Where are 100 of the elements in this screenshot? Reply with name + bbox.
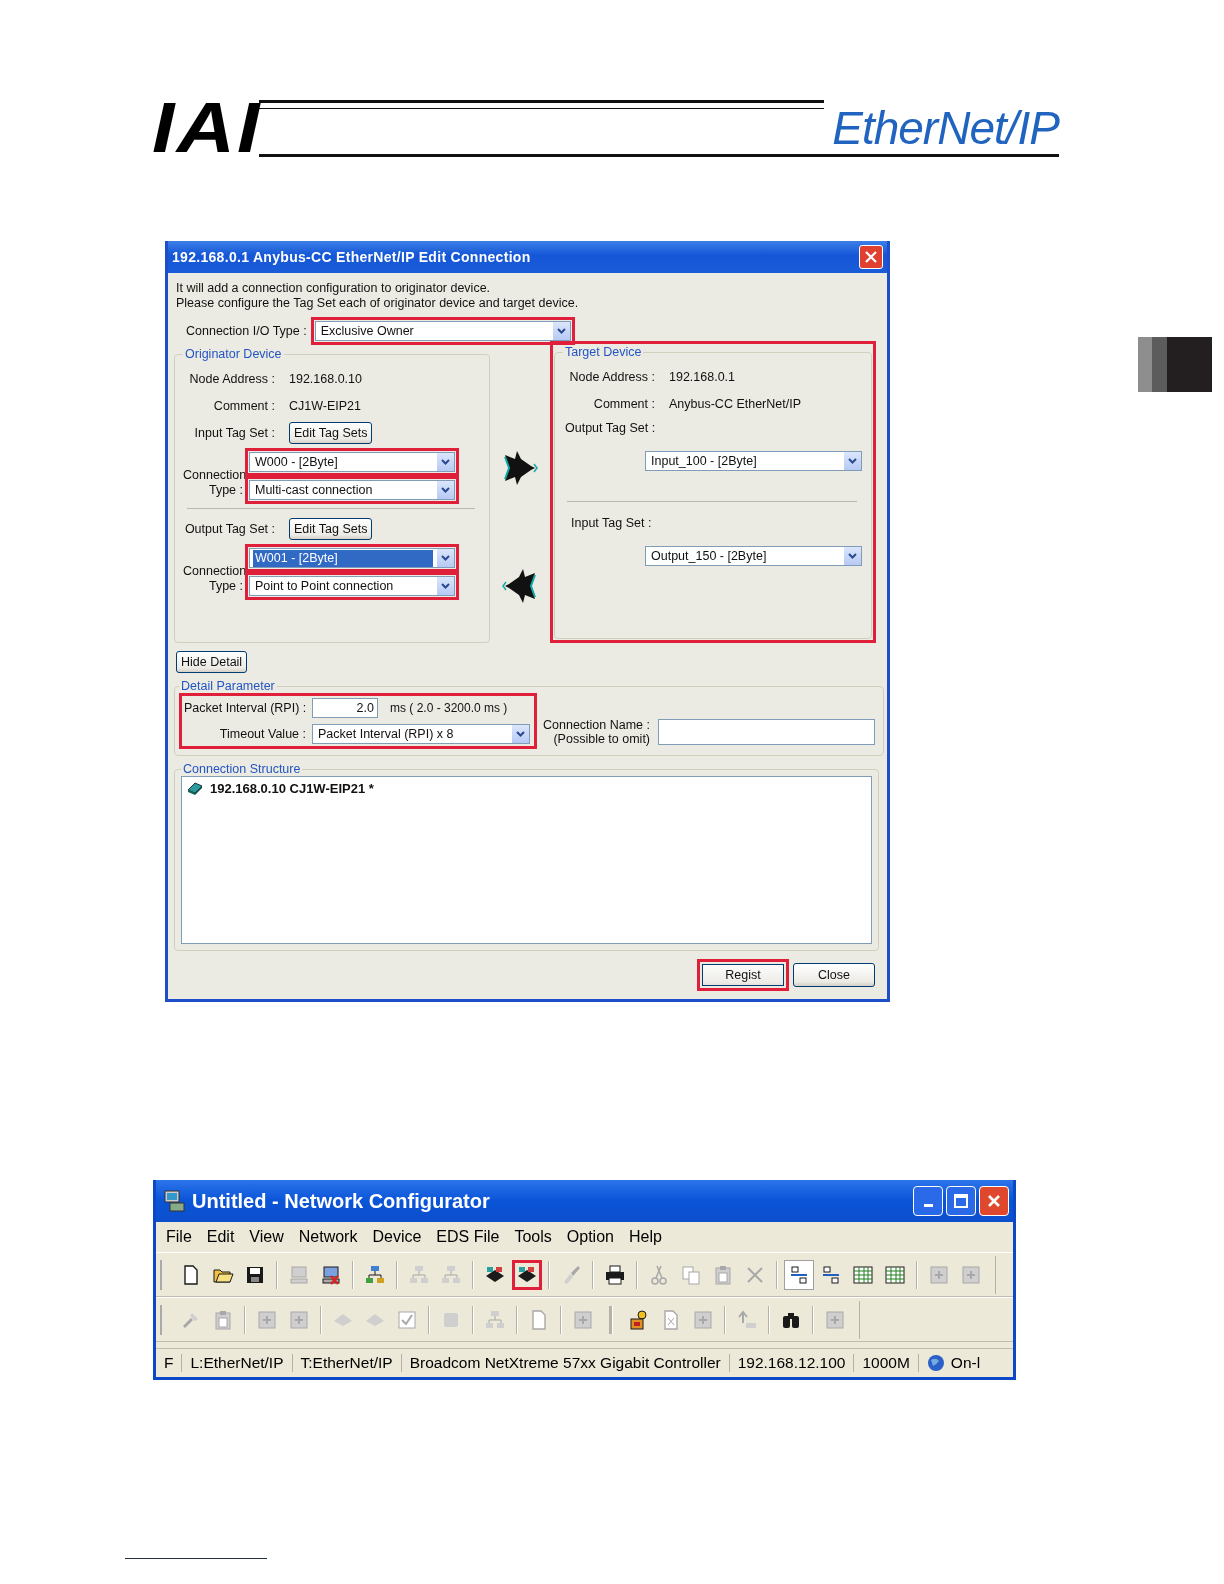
copy-icon: [680, 1263, 702, 1286]
hide-detail-button[interactable]: Hide Detail: [176, 651, 248, 673]
group-label: Target Device: [564, 345, 643, 359]
maximize-button[interactable]: [946, 1186, 976, 1216]
edit-tag-sets-button[interactable]: Edit Tag Sets: [289, 421, 373, 444]
field-label: Output Tag Set :: [183, 521, 275, 536]
status-item: F: [156, 1354, 183, 1372]
dropdown[interactable]: Packet Interval (RPI) x 8: [312, 724, 530, 744]
menu-item[interactable]: Edit: [206, 1228, 235, 1246]
close-button[interactable]: [979, 1186, 1009, 1216]
field-label: Connection Type :: [183, 468, 243, 499]
menu-item[interactable]: EDS File: [436, 1228, 500, 1246]
field-label: Comment :: [212, 398, 275, 413]
dropdown[interactable]: Input_100 - [2Byte]: [645, 451, 862, 471]
input-field[interactable]: [658, 719, 875, 745]
upload-icon: [736, 1308, 758, 1331]
left-arrow-icon: [501, 567, 539, 605]
field-label: Comment :: [592, 396, 655, 411]
group-label: Detail Parameter: [180, 679, 276, 693]
menu-item[interactable]: Option: [566, 1228, 614, 1246]
hierarchy-icon: [408, 1263, 430, 1286]
layout-icon: [820, 1263, 842, 1286]
maximize-icon: [954, 1194, 968, 1208]
clipboard-icon: [712, 1263, 734, 1286]
monitor-icon: [320, 1263, 342, 1286]
close-button[interactable]: [859, 245, 883, 269]
group-label: Originator Device: [184, 347, 283, 361]
status-item: T:EtherNet/IP: [292, 1354, 402, 1372]
dropdown[interactable]: Exclusive Owner: [314, 321, 571, 341]
minimize-icon: [923, 1204, 933, 1207]
range-text: ms ( 2.0 - 3200.0 ms ): [390, 701, 508, 715]
dropdown[interactable]: W000 - [2Byte]: [249, 452, 455, 472]
field-label: Timeout Value :: [218, 727, 306, 741]
grid-icon: [852, 1263, 874, 1286]
chevron-icon: [848, 553, 857, 559]
toolbar-button[interactable]: [512, 1259, 542, 1290]
field-label: Node Address :: [568, 369, 655, 384]
logo: IAI: [152, 99, 262, 157]
layout-icon: [788, 1263, 810, 1286]
panel-icon: [256, 1308, 278, 1331]
input-field[interactable]: 2.0: [312, 698, 378, 718]
field-value: CJ1W-EIP21: [289, 398, 361, 413]
dropdown[interactable]: Output_150 - [2Byte]: [645, 546, 862, 566]
field-value: 192.168.0.10: [289, 371, 362, 386]
dropdown[interactable]: Point to Point connection: [249, 576, 455, 596]
field-label: Connection I/O Type :: [186, 324, 307, 338]
window-title: 192.168.0.1 Anybus-CC EtherNet/IP Edit Connection: [172, 249, 531, 265]
window-title: Untitled - Network Configurator: [192, 1189, 491, 1213]
close-icon: [987, 1194, 1001, 1208]
header-title: EtherNet/IP: [832, 102, 1059, 154]
menu-item[interactable]: Tools: [514, 1228, 552, 1246]
toolbar-button[interactable]: [784, 1259, 814, 1290]
chevron-icon: [848, 458, 857, 464]
close-icon: [865, 251, 877, 263]
menu-item[interactable]: Device: [372, 1228, 422, 1246]
menu-item[interactable]: Network: [298, 1228, 358, 1246]
checkbox-icon: [396, 1308, 418, 1331]
dropdown[interactable]: W001 - [2Byte]: [249, 548, 455, 568]
status-item: 192.168.12.100: [729, 1354, 855, 1372]
field-label: Input Tag Set :: [571, 516, 653, 532]
panel-icon: [288, 1308, 310, 1331]
panel-icon: [928, 1263, 950, 1286]
minimize-button[interactable]: [913, 1186, 943, 1216]
hierarchy-icon: [484, 1308, 506, 1331]
menu-item[interactable]: File: [166, 1228, 192, 1246]
field-label: Packet Interval (RPI) :: [184, 701, 306, 715]
chevron-icon: [516, 731, 525, 737]
chevron-icon: [441, 583, 450, 589]
chevron-icon: [441, 555, 450, 561]
list-item[interactable]: 192.168.0.10 CJ1W-EIP21 *: [210, 780, 374, 796]
field-label: Input Tag Set :: [193, 425, 275, 440]
field-label: Connection Name :: [543, 718, 650, 732]
edit-tag-sets-button[interactable]: Edit Tag Sets: [289, 517, 373, 540]
status-item: 1000M: [854, 1354, 919, 1372]
status-item: Broadcom NetXtreme 57xx Gigabit Controller: [401, 1354, 730, 1372]
scissors-icon: [648, 1263, 670, 1286]
printer-icon: [604, 1263, 626, 1286]
menu-item[interactable]: Help: [628, 1228, 662, 1246]
device-icon: [186, 780, 204, 796]
dropdown[interactable]: Multi-cast connection: [249, 480, 455, 500]
monitor-icon: [162, 1189, 188, 1213]
dialog-button[interactable]: Regist: [697, 959, 789, 991]
description-text: It will add a connection configuration to originator device.: [175, 281, 492, 296]
clipboard-icon: [212, 1308, 234, 1331]
hierarchy-icon: [440, 1263, 462, 1286]
dialog-button[interactable]: Close: [793, 963, 875, 987]
field-label: Connection Type :: [183, 564, 243, 595]
menu-item[interactable]: View: [249, 1228, 284, 1246]
chevron-icon: [441, 459, 450, 465]
panel-icon: [572, 1308, 594, 1331]
group-label: Connection Structure: [182, 762, 302, 776]
status-item: On-l: [918, 1354, 989, 1372]
grid-icon: [884, 1263, 906, 1286]
panel-icon: [692, 1308, 714, 1331]
description-text: Please configure the Tag Set each of originator device and target device.: [175, 296, 580, 311]
panel-icon: [824, 1308, 846, 1331]
chevron-icon: [556, 328, 566, 334]
hierarchy-icon: [364, 1263, 386, 1286]
monitor-icon: [288, 1263, 310, 1286]
globe-icon: [926, 1354, 945, 1372]
